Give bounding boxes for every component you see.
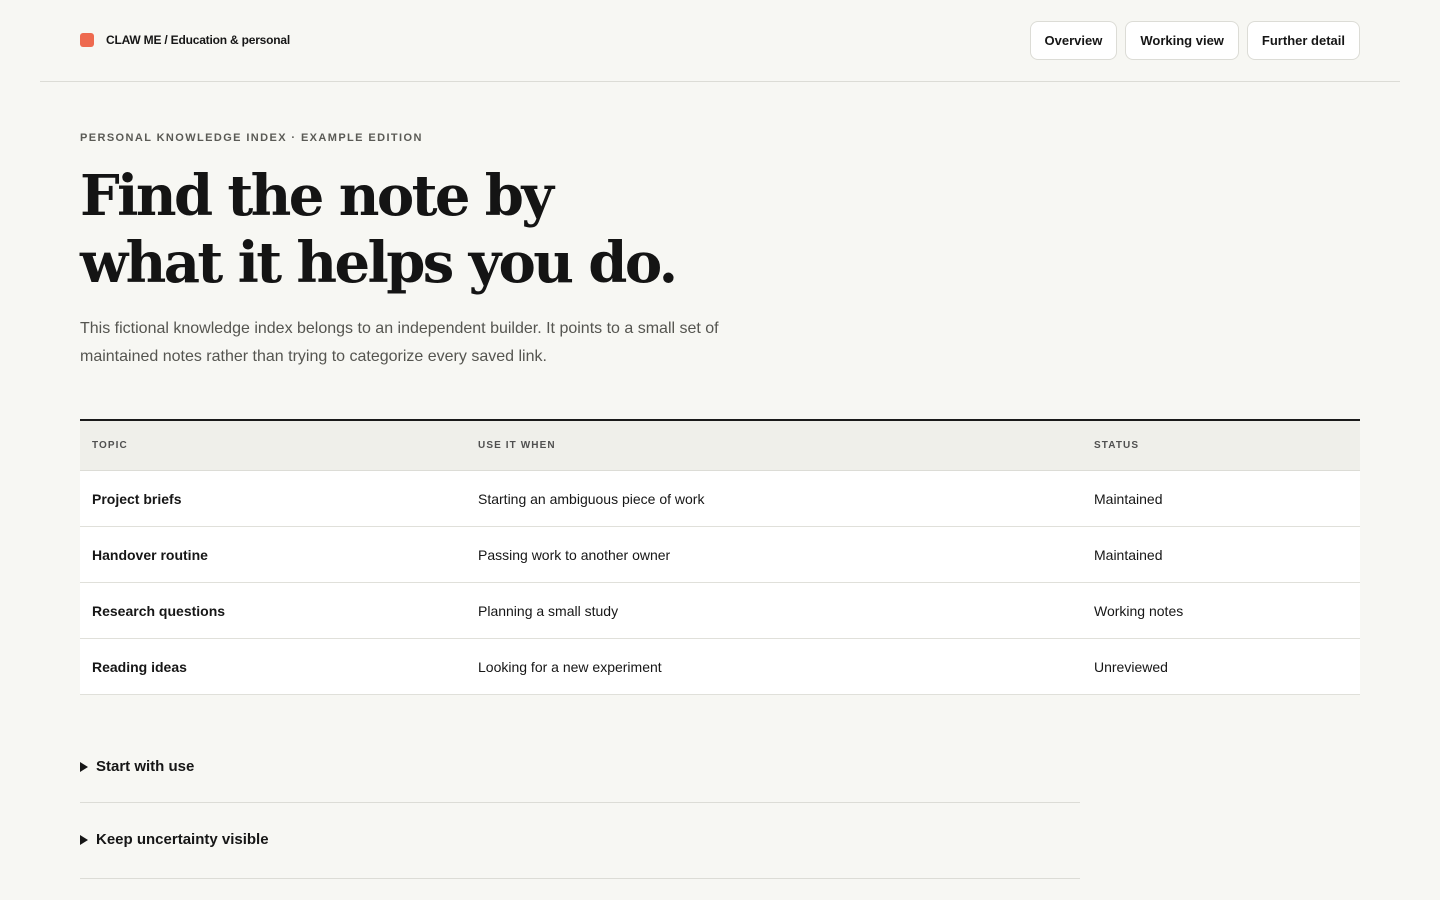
nav-overview-button[interactable]: Overview bbox=[1029, 21, 1118, 60]
caret-right-icon bbox=[80, 761, 88, 772]
page-eyebrow: PERSONAL KNOWLEDGE INDEX · EXAMPLE EDITI… bbox=[80, 132, 423, 144]
details-keep-uncertainty-visible: Keep uncertainty visible bbox=[80, 803, 1080, 879]
top-bar: CLAW ME / Education & personal Overview … bbox=[40, 0, 1400, 82]
page-lead: This fictional knowledge index belongs t… bbox=[80, 320, 719, 365]
status-cell: Working notes bbox=[1094, 602, 1184, 619]
topic-cell: Reading ideas bbox=[92, 658, 187, 675]
nav-further-detail-button[interactable]: Further detail bbox=[1246, 21, 1360, 60]
page-title-line-1: Find the note by bbox=[80, 163, 554, 229]
use-it-when-cell: Looking for a new experiment bbox=[478, 658, 662, 675]
details-summary-label: Start with use bbox=[96, 758, 195, 775]
table-row: Reading ideas Looking for a new experime… bbox=[80, 639, 1360, 695]
knowledge-index-table: TOPIC USE IT WHEN STATUS Project briefs … bbox=[80, 419, 1360, 695]
page-title: Find the note by what it helps you do. bbox=[80, 163, 840, 297]
topic-cell: Handover routine bbox=[92, 546, 208, 563]
topic-cell: Project briefs bbox=[92, 490, 182, 507]
details-start-with-use: Start with use bbox=[80, 740, 1080, 803]
status-cell: Unreviewed bbox=[1094, 658, 1168, 675]
table-row: Research questions Planning a small stud… bbox=[80, 583, 1360, 639]
topic-cell: Research questions bbox=[92, 602, 226, 619]
column-header-use-it-when: USE IT WHEN bbox=[478, 440, 556, 451]
status-cell: Maintained bbox=[1094, 490, 1163, 507]
brand-logo-icon bbox=[80, 33, 94, 47]
table-header: TOPIC USE IT WHEN STATUS bbox=[80, 421, 1360, 471]
nav-working-view-button[interactable]: Working view bbox=[1125, 21, 1239, 60]
brand-name: CLAW ME / Education & personal bbox=[106, 33, 291, 47]
use-it-when-cell: Planning a small study bbox=[478, 602, 619, 619]
table-row: Handover routine Passing work to another… bbox=[80, 527, 1360, 583]
table-row: Project briefs Starting an ambiguous pie… bbox=[80, 471, 1360, 527]
details-summary-keep-uncertainty-visible[interactable]: Keep uncertainty visible bbox=[80, 803, 1080, 848]
use-it-when-cell: Starting an ambiguous piece of work bbox=[478, 490, 705, 507]
caret-right-icon bbox=[80, 834, 88, 845]
brand[interactable]: CLAW ME / Education & personal bbox=[80, 33, 290, 47]
details-summary-start-with-use[interactable]: Start with use bbox=[80, 740, 1080, 775]
top-nav: Overview Working view Further detail bbox=[1029, 21, 1360, 60]
details-summary-label: Keep uncertainty visible bbox=[96, 831, 269, 848]
column-header-topic: TOPIC bbox=[92, 440, 128, 451]
status-cell: Maintained bbox=[1094, 546, 1163, 563]
use-it-when-cell: Passing work to another owner bbox=[478, 546, 671, 563]
page-title-line-2: what it helps you do. bbox=[80, 230, 678, 296]
column-header-status: STATUS bbox=[1094, 440, 1140, 451]
